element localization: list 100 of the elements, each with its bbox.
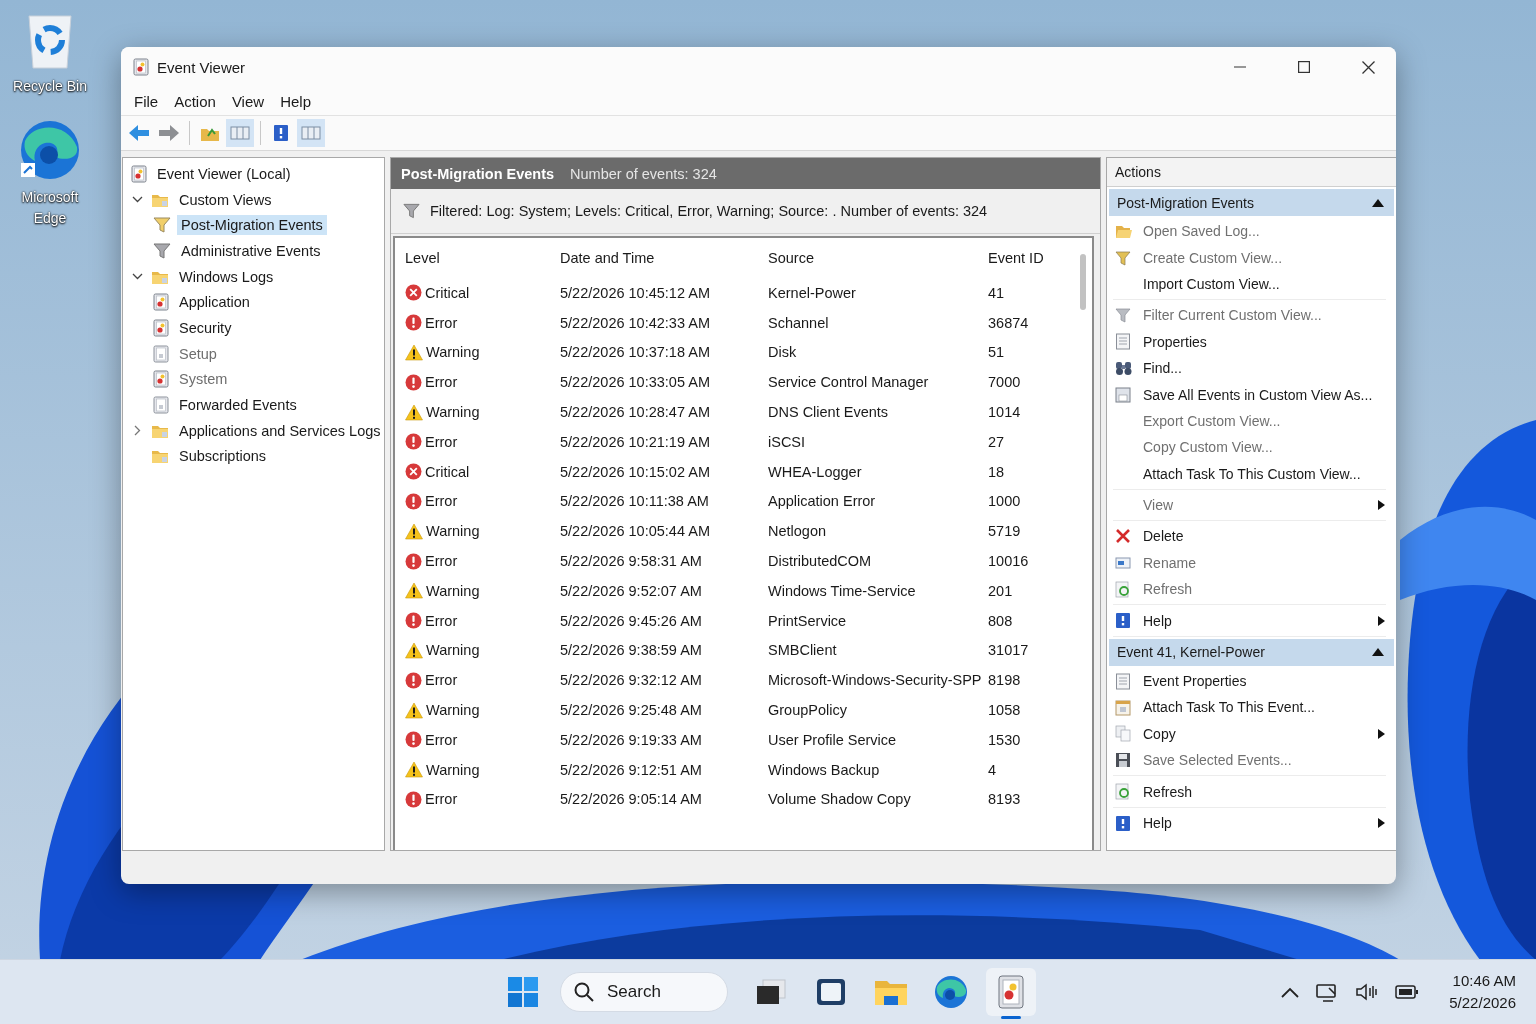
table-cell-text: 5/22/2026 10:05:44 AM	[560, 523, 711, 540]
warning-icon	[405, 761, 423, 779]
table-cell-text: iSCSI	[768, 433, 807, 450]
back-arrow-icon	[128, 124, 150, 142]
window-icon	[1115, 555, 1131, 570]
table-cell-text: 5/22/2026 10:42:33 AM	[560, 314, 711, 331]
close-icon	[1115, 528, 1131, 545]
column-header[interactable]: Date and Time	[560, 250, 768, 266]
table-cell: Critical	[425, 463, 470, 480]
menu-item[interactable]: Help	[273, 89, 318, 113]
collapse-icon	[1372, 648, 1384, 657]
task-link[interactable]: Find...	[1143, 360, 1386, 377]
task-link[interactable]: Attach Task To This Custom View...	[1143, 465, 1386, 482]
tree-item[interactable]: Security	[175, 317, 236, 338]
column-header[interactable]: Level	[405, 250, 560, 266]
error-icon	[405, 671, 422, 689]
table-cell-text: User Profile Service	[768, 731, 898, 748]
table-cell: Warning	[426, 523, 480, 540]
table-cell-text: 5/22/2026 10:45:12 AM	[560, 284, 711, 301]
table-cell: Warning	[426, 702, 480, 719]
tree-item[interactable]: Event Viewer (Local)	[153, 163, 295, 184]
chevron-down	[131, 196, 143, 204]
menu-item[interactable]: File	[127, 89, 166, 113]
table-cell-text: 7000	[988, 374, 1022, 391]
table-cell-text: 5/22/2026 9:05:14 AM	[560, 791, 703, 808]
funnel-icon	[1115, 307, 1131, 324]
chevron-up-icon	[1281, 986, 1300, 998]
help-icon	[273, 124, 289, 142]
table-cell: Warning	[426, 642, 480, 659]
table-cell: Error	[425, 493, 458, 510]
table-cell-text: DistributedCOM	[768, 553, 873, 570]
task-link[interactable]: Save All Events in Custom View As...	[1143, 386, 1386, 403]
log-icon	[153, 293, 169, 312]
collapse-icon	[1372, 198, 1384, 207]
filter-summary: Filtered: Log: System; Levels: Critical, Error, Warning; Source: . Number of events: 324	[430, 203, 988, 219]
task-link[interactable]: Help	[1143, 815, 1377, 831]
funnel-icon	[1115, 249, 1131, 266]
clock-time[interactable]: 10:46 AM	[1452, 970, 1516, 992]
table-cell-text: 4	[988, 761, 998, 778]
warning-icon	[405, 701, 423, 719]
tree-item[interactable]: Administrative Events	[177, 240, 325, 261]
submenu-arrow-icon	[1377, 728, 1386, 739]
warning-icon	[405, 522, 423, 540]
menu-item[interactable]: View	[224, 89, 272, 113]
clock-date[interactable]: 5/22/2026	[1449, 992, 1516, 1014]
table-cell-text: Volume Shadow Copy	[768, 791, 912, 808]
task-link[interactable]: Attach Task To This Event...	[1143, 699, 1386, 716]
table-cell-text: WHEA-Logger	[768, 463, 863, 480]
battery-icon	[1395, 983, 1420, 1001]
tree-item[interactable]: Post-Migration Events	[177, 215, 327, 236]
tree-item[interactable]: Applications and Services Logs	[175, 420, 385, 441]
search-icon	[574, 982, 594, 1002]
error-icon	[405, 433, 422, 451]
tree-item[interactable]: Forwarded Events	[175, 395, 301, 416]
table-cell-text: 5719	[988, 523, 1022, 540]
task-link[interactable]: Refresh	[1143, 783, 1386, 800]
refresh-icon	[1115, 783, 1131, 801]
task-view-icon	[755, 978, 787, 1006]
error-icon	[405, 731, 422, 749]
critical-icon	[405, 463, 422, 481]
error-icon	[405, 373, 422, 391]
log-icon	[153, 396, 169, 415]
log-icon	[153, 344, 169, 363]
menu-item[interactable]: Action	[167, 89, 223, 113]
column-header[interactable]: Source	[768, 250, 988, 266]
error-icon	[405, 552, 422, 570]
table-cell-text: 51	[988, 344, 1006, 361]
tree-item[interactable]: Subscriptions	[175, 446, 271, 467]
tree-item[interactable]: Custom Views	[175, 189, 276, 210]
help-icon	[1115, 612, 1131, 630]
table-cell: Error	[425, 791, 458, 808]
tree-item[interactable]: Application	[175, 292, 254, 313]
scrollbar-thumb[interactable]	[1080, 254, 1086, 310]
table-cell: Critical	[425, 284, 470, 301]
log-icon	[131, 164, 147, 183]
task-link[interactable]: Import Custom View...	[1143, 275, 1386, 292]
table-cell-text: 36874	[988, 314, 1030, 331]
search-field[interactable]: Search	[560, 972, 728, 1012]
copy-icon	[1115, 725, 1131, 743]
task-link[interactable]: Help	[1143, 612, 1377, 629]
tree-item[interactable]: Windows Logs	[175, 266, 278, 287]
table-cell-text: Microsoft-Windows-Security-SPP	[768, 672, 983, 689]
task-link[interactable]: Properties	[1143, 333, 1386, 350]
log-icon	[998, 975, 1024, 1009]
task-link[interactable]: Copy	[1143, 725, 1377, 742]
table-cell: Error	[425, 612, 458, 629]
close-icon	[1361, 60, 1375, 74]
error-icon	[405, 492, 422, 510]
event-count: Number of events: 324	[570, 165, 717, 182]
column-header[interactable]: Event ID	[988, 250, 1078, 266]
error-icon	[405, 612, 422, 630]
panel-icon	[230, 125, 250, 141]
section-header[interactable]: Post-Migration Events	[1109, 189, 1394, 216]
table-cell-text: 5/22/2026 9:58:31 AM	[560, 553, 703, 570]
table-cell-text: Netlogon	[768, 523, 828, 540]
panel-icon	[301, 125, 321, 141]
section-header[interactable]: Event 41, Kernel-Power	[1109, 638, 1394, 666]
log-icon	[153, 318, 169, 337]
task-link[interactable]: Event Properties	[1143, 673, 1386, 690]
task-link[interactable]: Delete	[1143, 528, 1386, 545]
